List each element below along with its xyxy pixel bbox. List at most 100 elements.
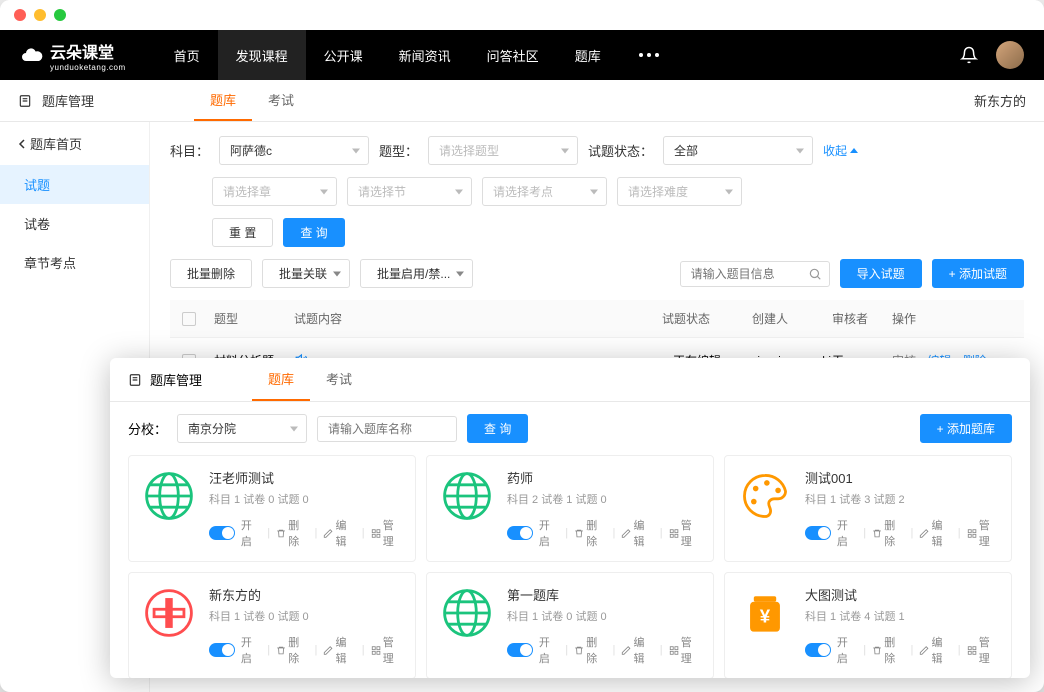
grid-icon [371,528,381,539]
add-bank-button[interactable]: + 添加题库 [920,414,1012,443]
status-label: 试题状态： [588,141,653,160]
bank-card: 汪老师测试 科目 1 试卷 0 试题 0 开启 | 删除 | 编辑 | 管理 [128,455,416,562]
card-title: 新东方的 [209,585,403,604]
edit-action[interactable]: 编辑 [919,634,951,666]
delete-action[interactable]: 删除 [276,517,308,549]
trash-icon [872,528,882,539]
reset-button[interactable]: 重 置 [212,218,273,247]
logo-text: 云朵课堂 [50,39,126,63]
nav-bank[interactable]: 题库 [557,30,619,80]
close-dot[interactable] [14,9,26,21]
card-icon [141,585,197,641]
bank-card: 测试001 科目 1 试卷 3 试题 2 开启 | 删除 | 编辑 | 管理 [724,455,1012,562]
query-button[interactable]: 查 询 [283,218,344,247]
edit-action[interactable]: 编辑 [323,517,355,549]
card-body: 新东方的 科目 1 试卷 0 试题 0 开启 | 删除 | 编辑 | 管理 [209,585,403,666]
edit-action[interactable]: 编辑 [919,517,951,549]
delete-action[interactable]: 删除 [276,634,308,666]
grid-icon [669,528,679,539]
manage-action[interactable]: 管理 [967,517,999,549]
kp-select[interactable]: 请选择考点 [482,177,607,206]
status-select[interactable]: 全部 [663,136,813,165]
edit-action[interactable]: 编辑 [621,517,653,549]
minimize-dot[interactable] [34,9,46,21]
top-nav: 云朵课堂 yunduoketang.com 首页 发现课程 公开课 新闻资讯 问… [0,30,1044,80]
delete-action[interactable]: 删除 [574,517,606,549]
open-label: 开启 [539,517,559,549]
manage-action[interactable]: 管理 [669,517,701,549]
sidebar-chapters[interactable]: 章节考点 [0,243,149,282]
subject-select[interactable]: 阿萨德c [219,136,369,165]
delete-action[interactable]: 删除 [872,634,904,666]
open-label: 开启 [241,517,261,549]
card-title: 药师 [507,468,701,487]
open-toggle[interactable] [507,526,533,540]
grid-icon [371,645,381,656]
select-all-checkbox[interactable] [182,312,196,326]
search-wrap [680,261,830,287]
edit-icon [919,645,929,656]
edit-action[interactable]: 编辑 [621,634,653,666]
sidebar-questions[interactable]: 试题 [0,165,149,204]
maximize-dot[interactable] [54,9,66,21]
logo[interactable]: 云朵课堂 yunduoketang.com [20,39,126,72]
batch-relate-button[interactable]: 批量关联 [262,259,350,288]
trash-icon [574,645,584,656]
filter-row-3: 重 置 查 询 [170,218,1024,247]
card-actions: 开启 | 删除 | 编辑 | 管理 [507,517,701,549]
open-toggle[interactable] [209,643,235,657]
card-meta: 科目 1 试卷 4 试题 1 [805,608,999,624]
chapter-select[interactable]: 请选择章 [212,177,337,206]
open-toggle[interactable] [507,643,533,657]
jar-icon [737,585,793,641]
cn-icon [141,585,197,641]
difficulty-select[interactable]: 请选择难度 [617,177,742,206]
batch-toggle-button[interactable]: 批量启用/禁... [360,259,473,288]
manage-action[interactable]: 管理 [371,517,403,549]
bank-name-input[interactable] [317,416,457,442]
open-toggle[interactable] [805,526,831,540]
batch-delete-button[interactable]: 批量删除 [170,259,252,288]
avatar[interactable] [996,41,1024,69]
nav-discover[interactable]: 发现课程 [218,30,306,80]
bell-icon[interactable] [960,46,978,64]
nav-right [960,41,1024,69]
section-select[interactable]: 请选择节 [347,177,472,206]
add-question-button[interactable]: + 添加试题 [932,259,1024,288]
collapse-link[interactable]: 收起 [823,142,858,159]
school-select[interactable]: 南京分院 [177,414,307,443]
search-icon[interactable] [808,267,822,281]
edit-action[interactable]: 编辑 [323,634,355,666]
delete-action[interactable]: 删除 [872,517,904,549]
overlay-tab-bank[interactable]: 题库 [252,358,310,401]
open-toggle[interactable] [805,643,831,657]
nav-more[interactable] [619,30,679,80]
type-select[interactable]: 请选择题型 [428,136,578,165]
grid-icon [967,645,977,656]
trash-icon [276,528,286,539]
sidebar-back[interactable]: 题库首页 [0,122,149,165]
manage-action[interactable]: 管理 [371,634,403,666]
trash-icon [872,645,882,656]
nav-qa[interactable]: 问答社区 [469,30,557,80]
import-button[interactable]: 导入试题 [840,259,922,288]
delete-action[interactable]: 删除 [574,634,606,666]
nav-public[interactable]: 公开课 [306,30,381,80]
sidebar-papers[interactable]: 试卷 [0,204,149,243]
manage-action[interactable]: 管理 [967,634,999,666]
manage-action[interactable]: 管理 [669,634,701,666]
open-label: 开启 [837,634,857,666]
card-actions: 开启 | 删除 | 编辑 | 管理 [805,634,999,666]
tab-exam[interactable]: 考试 [252,80,310,121]
nav-home[interactable]: 首页 [156,30,218,80]
nav-news[interactable]: 新闻资讯 [381,30,469,80]
tab-bank[interactable]: 题库 [194,80,252,121]
overlay-query-button[interactable]: 查 询 [467,414,528,443]
open-toggle[interactable] [209,526,235,540]
trash-icon [276,645,286,656]
th-ops: 操作 [892,310,1012,327]
card-body: 药师 科目 2 试卷 1 试题 0 开启 | 删除 | 编辑 | 管理 [507,468,701,549]
th-reviewer: 审核者 [832,310,892,327]
card-body: 汪老师测试 科目 1 试卷 0 试题 0 开启 | 删除 | 编辑 | 管理 [209,468,403,549]
overlay-tab-exam[interactable]: 考试 [310,358,368,401]
